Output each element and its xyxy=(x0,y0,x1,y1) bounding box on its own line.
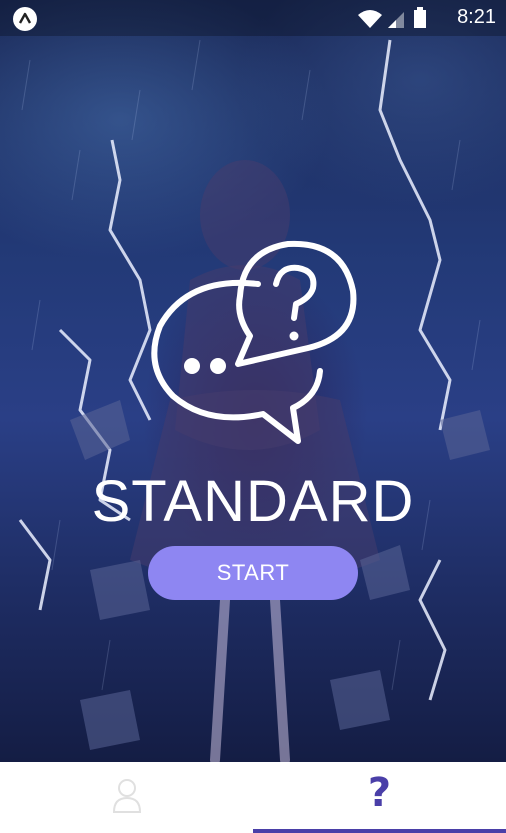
status-icons xyxy=(356,7,436,29)
start-button[interactable]: START xyxy=(148,546,358,600)
question-icon: ? xyxy=(367,770,392,816)
status-bar: 8:21 xyxy=(0,0,506,36)
bottom-tab-bar: ? xyxy=(0,762,506,833)
cellular-signal-icon xyxy=(388,12,404,28)
tab-profile[interactable] xyxy=(0,762,253,833)
battery-icon xyxy=(414,7,426,28)
a-logo-icon xyxy=(13,7,37,31)
active-tab-indicator xyxy=(253,829,506,833)
user-icon xyxy=(112,779,142,813)
chat-question-icon xyxy=(148,236,360,448)
tab-help[interactable]: ? xyxy=(253,762,506,833)
wifi-icon xyxy=(358,10,382,28)
mode-title: STANDARD xyxy=(91,469,415,534)
status-time: 8:21 xyxy=(457,6,496,28)
